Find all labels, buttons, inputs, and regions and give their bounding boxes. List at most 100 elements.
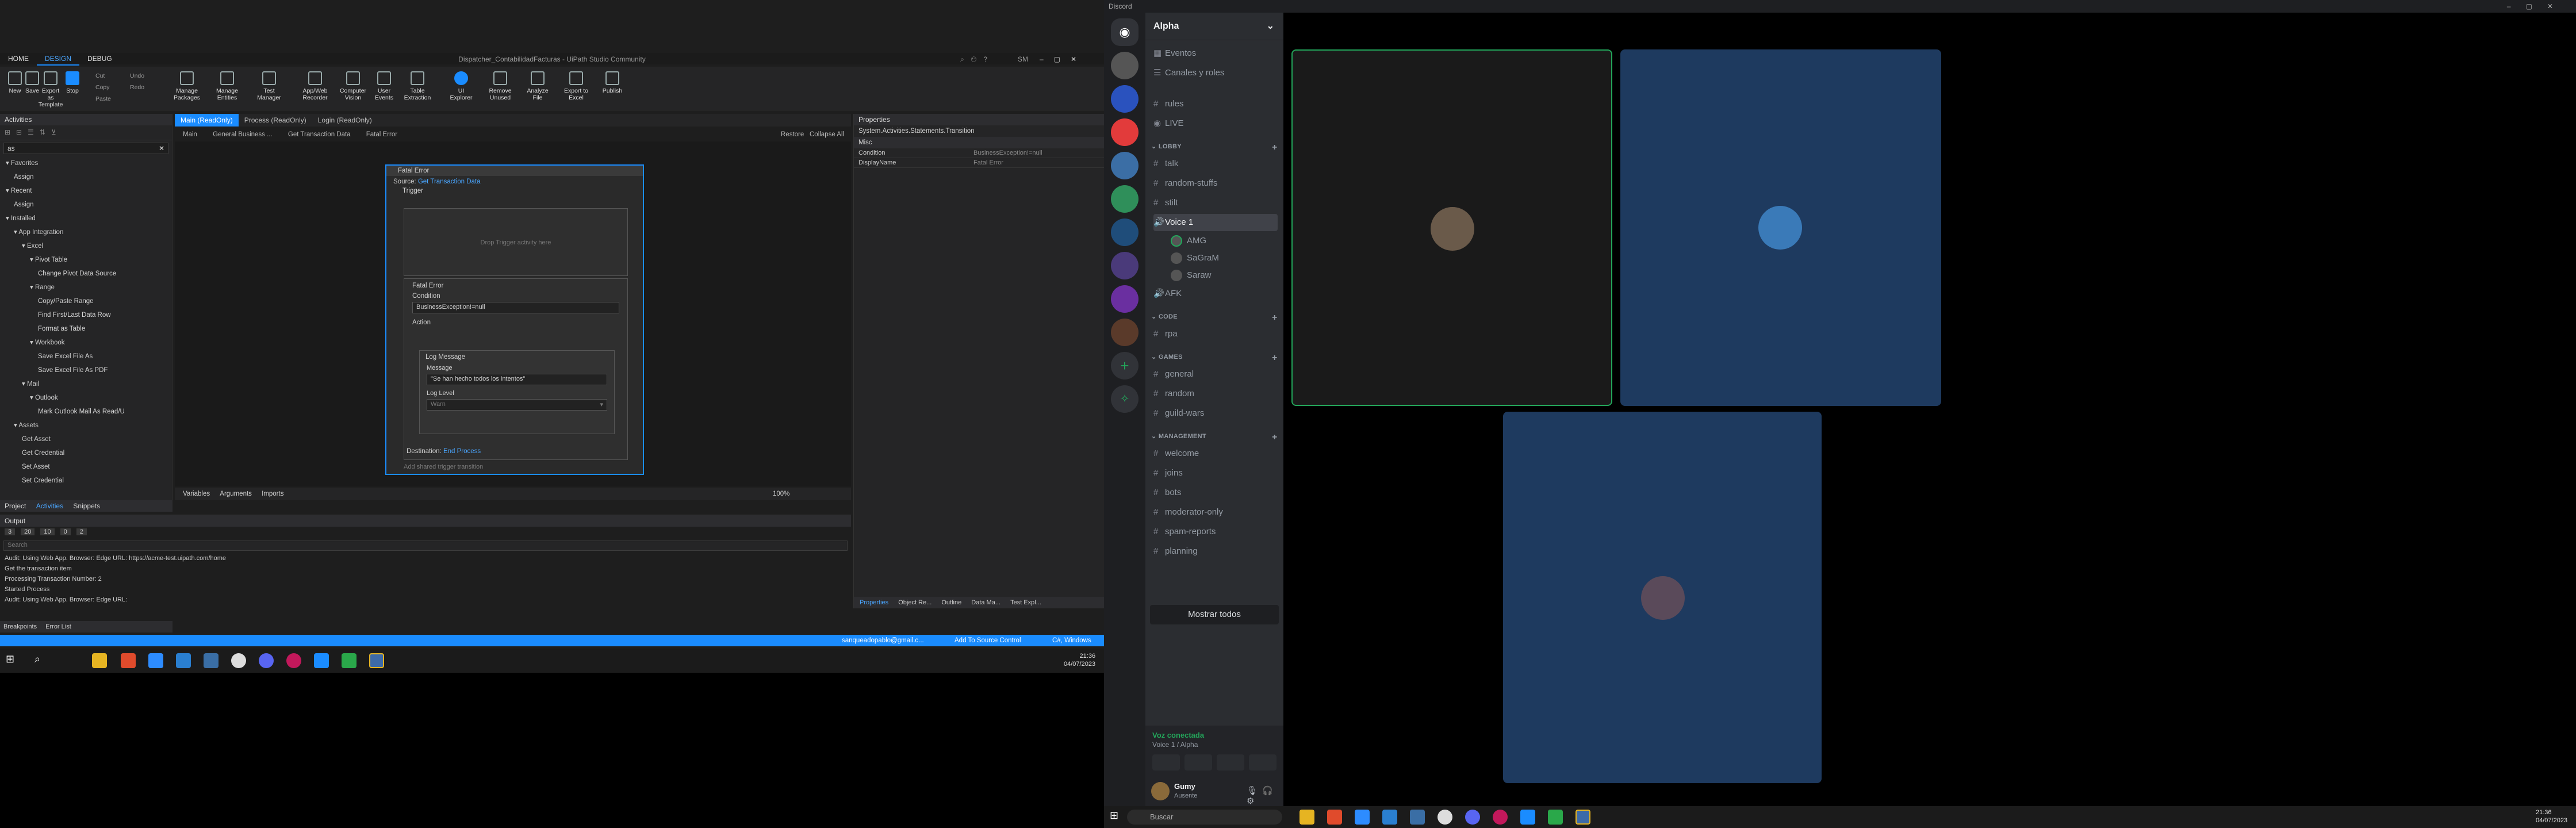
tree-item[interactable]: ▾ App Integration xyxy=(0,225,172,239)
vscode-icon[interactable] xyxy=(176,653,191,668)
output-filter-count[interactable]: 2 xyxy=(76,528,87,535)
breadcrumb-item[interactable]: Fatal Error xyxy=(366,131,397,138)
studio-icon[interactable] xyxy=(1520,810,1535,825)
output-filter-count[interactable]: 0 xyxy=(60,528,71,535)
channel-item[interactable]: # random-stuffs xyxy=(1153,175,1217,192)
windows-start-icon[interactable]: ⊞ xyxy=(1110,810,1125,825)
channel-item[interactable]: # general xyxy=(1153,366,1194,383)
restore-link[interactable]: Restore xyxy=(781,129,804,140)
channel-category[interactable]: ⌄ MANAGEMENT + xyxy=(1151,432,1277,442)
tab-object-repo[interactable]: Object Re... xyxy=(898,599,931,606)
mic-headset-settings-icons[interactable]: 🎙🎧⚙ xyxy=(1247,785,1283,806)
participant-tile[interactable] xyxy=(1503,412,1822,783)
channel-category[interactable]: ⌄ LOBBY + xyxy=(1151,143,1277,152)
server-icon[interactable] xyxy=(1111,52,1138,79)
doc-tab-main[interactable]: Main (ReadOnly) xyxy=(175,114,239,126)
avatar[interactable] xyxy=(1151,782,1170,800)
property-row[interactable]: DisplayName Fatal Error xyxy=(854,158,1104,168)
zoom-icon[interactable] xyxy=(1355,810,1370,825)
server-icon[interactable] xyxy=(1111,85,1138,113)
tree-item[interactable]: ▾ Excel xyxy=(0,239,172,253)
destination-link[interactable]: End Process xyxy=(443,448,481,455)
output-filters[interactable]: 3 20 10 0 2 xyxy=(0,527,851,539)
log-level-select[interactable]: Warn ▾ xyxy=(427,399,607,411)
clear-icon[interactable]: ✕ xyxy=(159,144,164,152)
voice-member[interactable]: AMG xyxy=(1171,233,1206,248)
remove-unused-button[interactable]: Remove Unused xyxy=(484,70,516,107)
search-icon[interactable]: ⌕⚇? xyxy=(960,53,994,66)
participant-tile-speaking[interactable] xyxy=(1291,49,1612,406)
stop-button[interactable]: Stop xyxy=(60,70,85,107)
publish-button[interactable]: Publish xyxy=(598,70,627,107)
channel-item[interactable]: # bots xyxy=(1153,484,1181,501)
tab-error-list[interactable]: Error List xyxy=(45,623,71,630)
tree-item[interactable]: ▾ Outlook xyxy=(0,391,172,405)
collapse-all-link[interactable]: Collapse All xyxy=(810,129,844,140)
studio-icon[interactable] xyxy=(314,653,329,668)
activities-search-input[interactable]: as ✕ xyxy=(3,143,168,154)
channel-item[interactable]: # talk xyxy=(1153,155,1178,172)
github-icon[interactable] xyxy=(1438,810,1452,825)
tree-item[interactable]: Save Excel File As xyxy=(0,350,172,363)
tree-item[interactable]: Set Asset xyxy=(0,460,172,474)
ui-explorer-button[interactable]: UI Explorer xyxy=(446,70,476,107)
server-icon[interactable] xyxy=(1111,185,1138,213)
tree-item[interactable]: Get Asset xyxy=(0,432,172,446)
show-all-button[interactable]: Mostrar todos xyxy=(1150,605,1279,624)
discord-home-icon[interactable]: ◉ xyxy=(1111,18,1138,46)
steam-icon[interactable] xyxy=(1410,810,1425,825)
participant-tile[interactable] xyxy=(1620,49,1941,406)
channel-item[interactable]: # random xyxy=(1153,385,1194,402)
channel-item[interactable]: 🔊Voice 1 xyxy=(1153,214,1278,231)
tab-breakpoints[interactable]: Breakpoints xyxy=(3,623,37,630)
camera-button[interactable] xyxy=(1152,754,1180,770)
channel-item[interactable]: # spam-reports xyxy=(1153,523,1216,540)
doc-tab-process[interactable]: Process (ReadOnly) xyxy=(239,114,312,126)
inner-transition[interactable]: Fatal Error Condition BusinessException!… xyxy=(404,278,628,460)
channel-item[interactable]: # moderator-only xyxy=(1153,504,1223,521)
channel-item[interactable]: ◉ LIVE xyxy=(1153,115,1184,132)
source-link[interactable]: Get Transaction Data xyxy=(418,178,481,185)
soundboard-button[interactable] xyxy=(1249,754,1276,770)
discord-icon[interactable] xyxy=(259,653,274,668)
table-extraction-button[interactable]: Table Extraction xyxy=(401,70,434,107)
add-trigger-link[interactable]: Add shared trigger transition xyxy=(404,463,483,470)
discord-icon[interactable] xyxy=(1465,810,1480,825)
tree-item[interactable]: ▾ Workbook xyxy=(0,336,172,350)
channel-item[interactable]: # joins xyxy=(1153,465,1183,482)
uipath-icon[interactable] xyxy=(121,653,136,668)
channel-item[interactable]: 🔊AFK xyxy=(1153,285,1182,302)
user-initials[interactable]: SM xyxy=(1018,53,1028,66)
output-filter-count[interactable]: 20 xyxy=(21,528,35,535)
server-icon[interactable] xyxy=(1111,319,1138,346)
breadcrumb-item[interactable]: General Business ... xyxy=(213,131,273,138)
tree-item[interactable]: ▾ Mail xyxy=(0,377,172,391)
tab-test-explorer[interactable]: Test Expl... xyxy=(1010,599,1041,606)
trigger-drop-zone[interactable]: Drop Trigger activity here xyxy=(404,208,628,276)
tree-item[interactable]: Copy/Paste Range xyxy=(0,294,172,308)
manage-packages-button[interactable]: Manage Packages xyxy=(170,70,204,107)
activities-toolbar[interactable]: ⊞⊟☰⇅⊻ xyxy=(0,125,172,140)
tree-item[interactable]: Assign xyxy=(0,170,172,184)
tree-item[interactable]: Set Credential xyxy=(0,474,172,488)
variables-tab[interactable]: Variables xyxy=(183,490,210,497)
explore-icon[interactable]: ✧ xyxy=(1111,385,1138,413)
file-explorer-icon[interactable] xyxy=(1300,810,1314,825)
tree-item[interactable]: Format as Table xyxy=(0,322,172,336)
tab-outline[interactable]: Outline xyxy=(941,599,961,606)
taskbar-clock[interactable]: 21:36 04/07/2023 xyxy=(1064,652,1095,668)
channel-item[interactable]: # rpa xyxy=(1153,325,1178,343)
undo-button[interactable]: Undo xyxy=(130,72,144,79)
channel-category[interactable]: ⌄ CODE + xyxy=(1151,313,1277,323)
window-controls[interactable]: –▢✕ xyxy=(2507,0,2568,13)
server-icon[interactable] xyxy=(1111,252,1138,279)
manage-entities-button[interactable]: Manage Entities xyxy=(213,70,241,107)
taskbar-clock[interactable]: 21:36 04/07/2023 xyxy=(2536,808,2567,825)
tree-item[interactable]: Get Credential xyxy=(0,446,172,460)
tree-item[interactable]: ▾ Range xyxy=(0,281,172,294)
channel-item[interactable]: # welcome xyxy=(1153,445,1199,462)
channel-item[interactable]: # stilt xyxy=(1153,194,1178,212)
export-excel-button[interactable]: Export to Excel xyxy=(561,70,591,107)
tree-item[interactable]: Mark Outlook Mail As Read/U xyxy=(0,405,172,419)
fatal-error-transition[interactable]: Fatal Error Source: Get Transaction Data… xyxy=(385,164,644,475)
